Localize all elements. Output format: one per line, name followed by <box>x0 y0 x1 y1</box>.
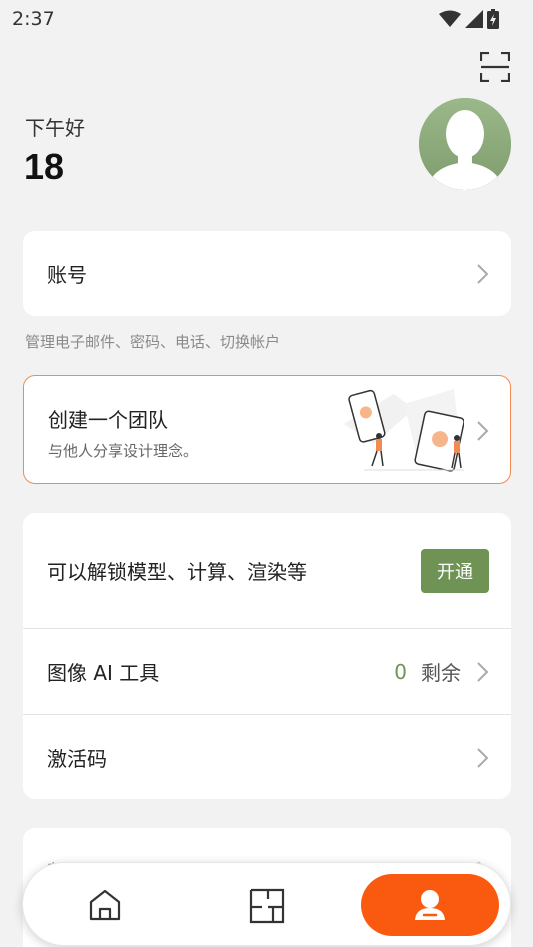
profile-icon <box>415 890 445 920</box>
ai-count: 0 <box>394 659 407 684</box>
scan-icon <box>479 51 511 83</box>
chevron-right-icon <box>477 661 489 682</box>
open-membership-button[interactable]: 开通 <box>421 548 489 593</box>
ai-tools-remaining: 0 剩余 <box>394 657 489 686</box>
team-subtitle: 与他人分享设计理念。 <box>48 442 199 460</box>
chevron-right-icon <box>477 263 489 284</box>
ai-tools-row[interactable]: 图像 AI 工具 0 剩余 <box>23 629 511 714</box>
bottom-nav <box>22 862 511 946</box>
create-team-card[interactable]: 创建一个团队 与他人分享设计理念。 <box>23 375 511 484</box>
ai-tools-label: 图像 AI 工具 <box>47 661 160 685</box>
home-icon <box>89 889 121 921</box>
chevron-right-icon <box>477 421 489 441</box>
account-row[interactable]: 账号 <box>23 231 511 316</box>
nav-floorplan-button[interactable] <box>248 887 286 925</box>
wifi-icon <box>439 10 461 27</box>
account-label: 账号 <box>47 263 87 287</box>
unlock-text: 可以解锁模型、计算、渲染等 <box>47 560 307 584</box>
avatar[interactable] <box>419 98 511 190</box>
battery-charging-icon <box>487 9 499 29</box>
cellular-signal-icon <box>465 10 483 28</box>
membership-card: 可以解锁模型、计算、渲染等 开通 图像 AI 工具 0 剩余 激活码 <box>23 513 511 799</box>
nav-profile-button[interactable] <box>361 874 499 936</box>
ai-remaining-label: 剩余 <box>421 661 461 685</box>
floorplan-icon <box>249 888 285 924</box>
avatar-placeholder-icon <box>419 98 511 190</box>
chevron-right-icon <box>477 747 489 768</box>
status-icons <box>439 9 499 29</box>
nav-home-button[interactable] <box>87 887 123 923</box>
activation-code-row[interactable]: 激活码 <box>23 715 511 800</box>
status-time: 2:37 <box>12 8 55 30</box>
account-description: 管理电子邮件、密码、电话、切换帐户 <box>25 333 281 351</box>
unlock-row: 可以解锁模型、计算、渲染等 开通 <box>23 513 511 628</box>
account-card[interactable]: 账号 <box>23 231 511 316</box>
team-illustration <box>344 389 464 472</box>
scan-button[interactable] <box>479 51 511 83</box>
team-title: 创建一个团队 <box>48 408 168 432</box>
username: 18 <box>24 146 65 187</box>
activation-label: 激活码 <box>47 747 107 771</box>
greeting-text: 下午好 <box>25 116 85 140</box>
status-bar: 2:37 <box>0 0 533 38</box>
